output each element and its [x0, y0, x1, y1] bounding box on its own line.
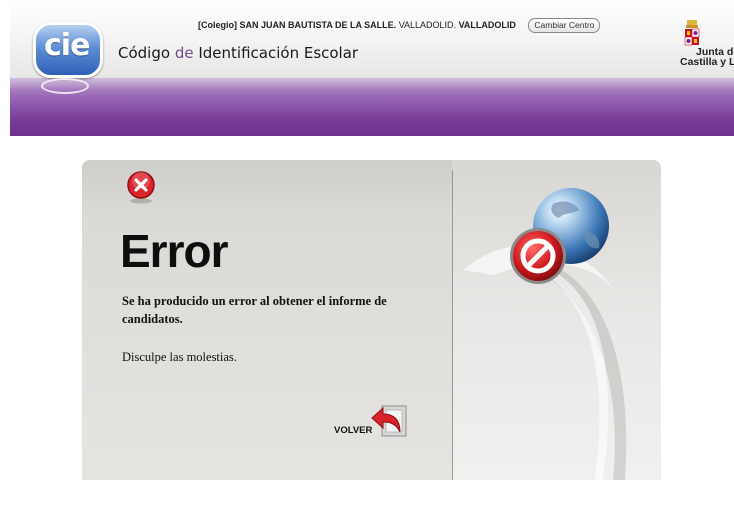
app-title-part2: de [174, 44, 194, 62]
app-title-part1: Código [118, 44, 171, 62]
cie-logo[interactable]: cie [33, 22, 109, 94]
header-top-bar [10, 0, 734, 78]
error-apology: Disculpe las molestias. [122, 350, 237, 364]
error-title: Error [120, 225, 228, 277]
app-title: Código de Identificación Escolar [118, 44, 358, 62]
globe-blocked-icon [510, 188, 609, 284]
change-center-button[interactable]: Cambiar Centro [528, 18, 601, 33]
decorative-panel [453, 160, 661, 480]
error-x-icon [127, 171, 155, 204]
school-province: VALLADOLID [458, 19, 516, 30]
logo-ring [41, 78, 89, 94]
error-message: Se ha producido un error al obtener el i… [122, 294, 387, 326]
institution-line2: Castilla y León [680, 56, 734, 68]
junta-castilla-leon-logo[interactable]: Junta de Castilla y León [674, 20, 734, 70]
logo-text: cie [44, 28, 90, 63]
header: cie [Colegio] SAN JUAN BAUTISTA DE LA SA… [10, 0, 734, 136]
school-name: [Colegio] SAN JUAN BAUTISTA DE LA SALLE. [198, 19, 397, 30]
back-label: VOLVER [334, 425, 373, 436]
institution-name: Junta de Castilla y León [680, 47, 734, 68]
logo-bubble: cie [33, 22, 103, 78]
header-purple-band [10, 78, 734, 136]
error-content: Error Se ha producido un error al obtene… [82, 160, 452, 480]
back-arrow-icon [371, 405, 407, 437]
back-button[interactable]: VOLVER [334, 402, 414, 442]
app-title-part3: Identificación Escolar [198, 44, 359, 62]
error-panel: Error Se ha producido un error al obtene… [82, 160, 661, 480]
school-city: VALLADOLID. [398, 19, 457, 30]
school-info: [Colegio] SAN JUAN BAUTISTA DE LA SALLE.… [198, 18, 601, 33]
